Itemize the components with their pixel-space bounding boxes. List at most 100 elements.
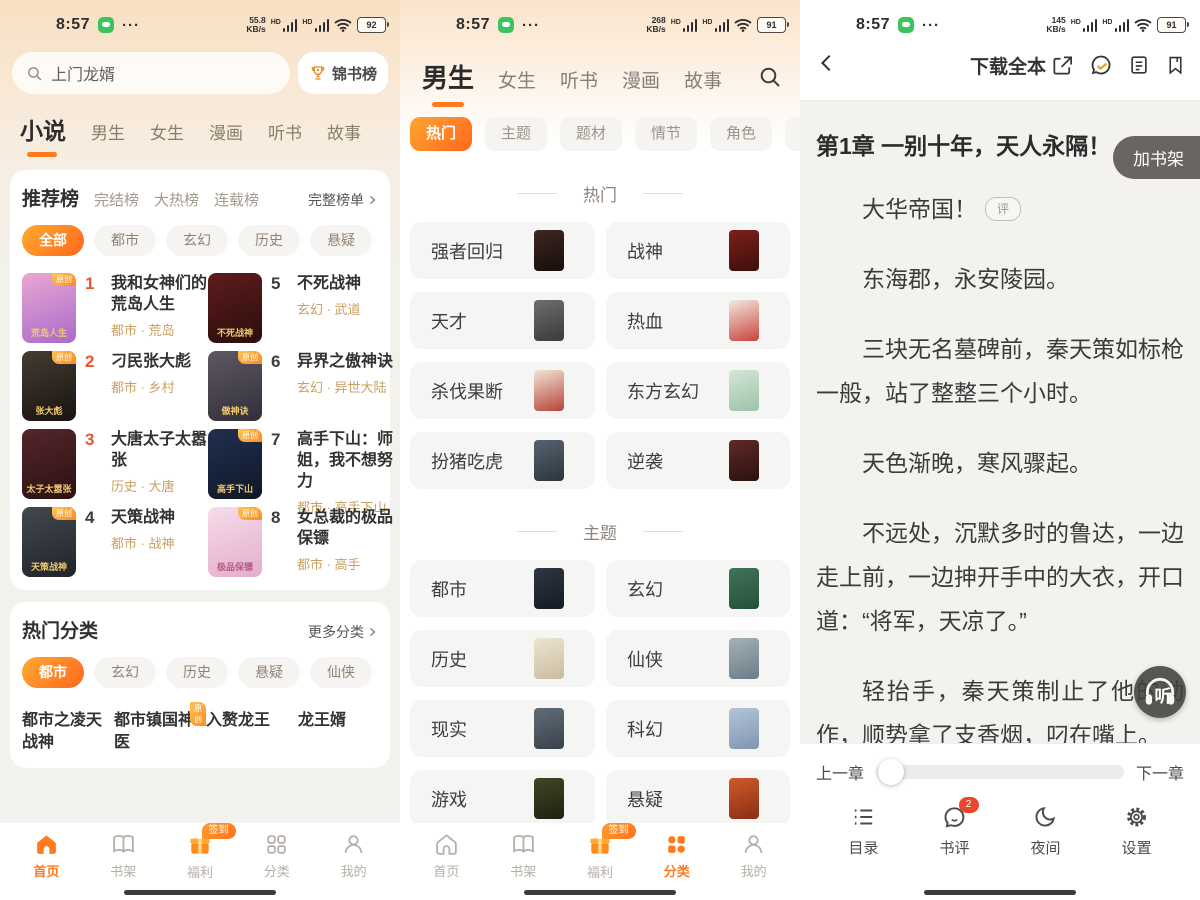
chip-theme[interactable]: 主题 (485, 117, 547, 151)
book-row[interactable]: 不死战神 5 不死战神 玄幻 · 武道 (208, 270, 400, 348)
rank-tab-finished[interactable]: 完结榜 (94, 189, 139, 210)
tab-comic[interactable]: 漫画 (209, 119, 243, 144)
more-categories-link[interactable]: 更多分类 (308, 622, 378, 642)
chip-all[interactable]: 全部 (22, 225, 84, 256)
tab-male[interactable]: 男生 (91, 119, 125, 144)
menu-reviews[interactable]: 2 书评 (939, 804, 969, 858)
tab-audio[interactable]: 听书 (268, 119, 302, 144)
chip-subject[interactable]: 题材 (560, 117, 622, 151)
chip-history[interactable]: 历史 (238, 225, 300, 256)
review-count-badge: 2 (959, 797, 979, 813)
tag-card[interactable]: 科幻 (606, 700, 790, 757)
tag-card[interactable]: 战神 (606, 222, 790, 279)
menu-contents[interactable]: 目录 (848, 804, 878, 858)
back-icon[interactable] (816, 52, 838, 74)
chip-fantasy[interactable]: 玄幻 (166, 225, 228, 256)
chip-style[interactable]: 风格 (785, 117, 800, 151)
listen-button[interactable]: 听 (1134, 666, 1186, 718)
search-input[interactable]: 上门龙婿 (12, 52, 290, 94)
tag-card[interactable]: 现实 (410, 700, 595, 757)
more-notifications-icon: ··· (122, 17, 140, 34)
home-indicator[interactable] (924, 890, 1076, 895)
tag-card[interactable]: 历史 (410, 630, 595, 687)
tag-card[interactable]: 东方玄幻 (606, 362, 790, 419)
document-icon[interactable] (1128, 54, 1150, 76)
tag-card[interactable]: 游戏 (410, 770, 595, 827)
tag-cover (729, 300, 759, 341)
tab-male[interactable]: 男生 (422, 58, 474, 95)
chip-suspense[interactable]: 悬疑 (238, 657, 300, 688)
clock: 8:57 (56, 16, 90, 34)
screen-reader: 8:57 ··· 145KB/s HD HD 91 下载全本 (800, 0, 1200, 900)
tab-comic[interactable]: 漫画 (622, 66, 660, 93)
download-full-book-button[interactable]: 下载全本 (970, 52, 1046, 79)
chip-plot[interactable]: 情节 (635, 117, 697, 151)
comment-check-icon[interactable] (1089, 53, 1113, 77)
tab-female[interactable]: 女生 (150, 119, 184, 144)
book-item[interactable]: 龙王婿 龙王婿 (298, 702, 380, 754)
menu-night-mode[interactable]: 夜间 (1030, 804, 1060, 858)
menu-settings[interactable]: 设置 (1121, 804, 1151, 858)
tab-story[interactable]: 故事 (327, 119, 361, 144)
chip-fantasy[interactable]: 玄幻 (94, 657, 156, 688)
nav-profile[interactable]: 我的 (315, 832, 392, 900)
tag-card[interactable]: 逆袭 (606, 432, 790, 489)
tag-card[interactable]: 都市 (410, 560, 595, 617)
battery-icon: 91 (1157, 17, 1186, 33)
tab-audio[interactable]: 听书 (560, 66, 598, 93)
progress-knob[interactable] (878, 759, 904, 785)
tab-female[interactable]: 女生 (498, 66, 536, 93)
chip-urban[interactable]: 都市 (94, 225, 156, 256)
book-row[interactable]: 原创极品保镖 8 女总裁的极品保镖 都市 · 高手 (208, 504, 400, 582)
tab-story[interactable]: 故事 (684, 66, 722, 93)
tag-card[interactable]: 悬疑 (606, 770, 790, 827)
tab-novel[interactable]: 小说 (20, 112, 66, 146)
tag-card[interactable]: 杀伐果断 (410, 362, 595, 419)
book-item[interactable]: 都市之凌天战神 都市之凌天战神 (22, 702, 104, 754)
chip-suspense[interactable]: 悬疑 (310, 225, 372, 256)
book-row[interactable]: 原创荒岛人生 1 我和女神们的荒岛人生 都市 · 荒岛 (22, 270, 208, 348)
book-row[interactable]: 原创傲神诀 6 异界之傲神诀 玄幻 · 异世大陆 (208, 348, 400, 426)
paragraph-comment-bubble[interactable]: 评 (985, 197, 1021, 221)
next-chapter-button[interactable]: 下一章 (1136, 760, 1184, 784)
nav-home[interactable]: 首页 (8, 832, 85, 900)
book-title: 不死战神 (297, 273, 399, 294)
tag-card[interactable]: 天才 (410, 292, 595, 349)
book-row[interactable]: 原创天策战神 4 天策战神 都市 · 战神 (22, 504, 208, 582)
rank-tab-serial[interactable]: 连载榜 (214, 189, 259, 210)
nav-profile[interactable]: 我的 (715, 832, 792, 900)
book-item[interactable]: 都市镇国神医 都市镇国神医 (114, 702, 196, 754)
progress-slider[interactable] (876, 765, 1124, 779)
more-notifications-icon: ··· (922, 17, 940, 34)
tag-card[interactable]: 玄幻 (606, 560, 790, 617)
book-ranking-button[interactable]: 锦书榜 (298, 52, 388, 94)
tag-card[interactable]: 强者回归 (410, 222, 595, 279)
rank-tab-recommend[interactable]: 推荐榜 (22, 184, 79, 211)
share-icon[interactable] (1051, 54, 1074, 77)
bookmark-icon[interactable] (1165, 54, 1186, 76)
wifi-icon (334, 18, 352, 32)
full-rank-link[interactable]: 完整榜单 (308, 190, 378, 210)
add-to-shelf-button[interactable]: 加书架 (1113, 136, 1200, 179)
chip-history[interactable]: 历史 (166, 657, 228, 688)
tag-cover (534, 300, 564, 341)
search-icon[interactable] (758, 65, 782, 89)
chip-xianxia[interactable]: 仙侠 (310, 657, 372, 688)
home-indicator[interactable] (124, 890, 276, 895)
home-icon (34, 832, 59, 857)
tag-card[interactable]: 热血 (606, 292, 790, 349)
home-indicator[interactable] (524, 890, 676, 895)
book-row[interactable]: 原创高手下山 7 高手下山：师姐，我不想努力 都市 · 高手下山 (208, 426, 400, 504)
nav-home[interactable]: 首页 (408, 832, 485, 900)
book-row[interactable]: 太子太嚣张 3 大唐太子太嚣张 历史 · 大唐 (22, 426, 208, 504)
tag-card[interactable]: 仙侠 (606, 630, 790, 687)
prev-chapter-button[interactable]: 上一章 (816, 760, 864, 784)
book-item[interactable]: 原创入赘龙王 入赘龙王 (206, 702, 288, 754)
tag-card[interactable]: 扮猪吃虎 (410, 432, 595, 489)
rank-tab-trending[interactable]: 大热榜 (154, 189, 199, 210)
book-row[interactable]: 原创张大彪 2 刁民张大彪 都市 · 乡村 (22, 348, 208, 426)
chip-urban[interactable]: 都市 (22, 657, 84, 688)
chip-role[interactable]: 角色 (710, 117, 772, 151)
chip-hot[interactable]: 热门 (410, 117, 472, 151)
rank-number: 3 (85, 429, 102, 450)
